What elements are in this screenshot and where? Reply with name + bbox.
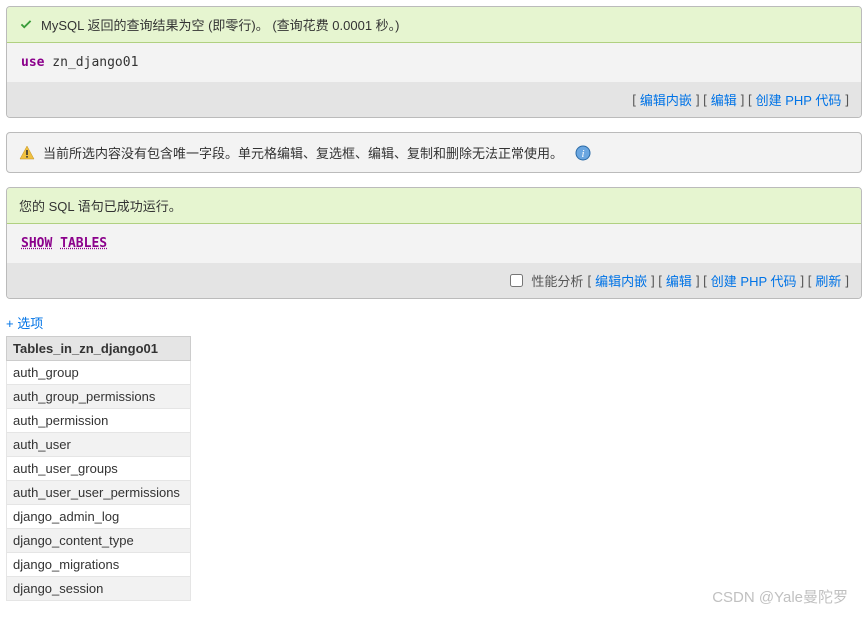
profiling-checkbox[interactable]: [510, 274, 523, 287]
tables-result-table: Tables_in_zn_django01 auth_group auth_gr…: [6, 336, 191, 601]
table-header[interactable]: Tables_in_zn_django01: [7, 337, 191, 361]
sql-keyword-show[interactable]: SHOW: [21, 236, 52, 251]
warning-panel: 当前所选内容没有包含唯一字段。单元格编辑、复选框、编辑、复制和删除无法正常使用。…: [6, 132, 862, 173]
sql-query-block-2: SHOW TABLES: [7, 224, 861, 263]
bracket: ] [: [696, 92, 707, 107]
result-panel-1: MySQL 返回的查询结果为空 (即零行)。 (查询花费 0.0001 秒。) …: [6, 6, 862, 118]
table-row[interactable]: django_session: [7, 577, 191, 601]
sql-rest: zn_django01: [44, 55, 138, 70]
table-body: auth_group auth_group_permissions auth_p…: [7, 361, 191, 601]
table-row[interactable]: auth_user: [7, 433, 191, 457]
bracket: [: [587, 273, 591, 288]
bracket: ]: [845, 273, 849, 288]
profiling-label: 性能分析: [531, 271, 583, 290]
success-message-bar: MySQL 返回的查询结果为空 (即零行)。 (查询花费 0.0001 秒。): [7, 7, 861, 43]
create-php-link-2[interactable]: 创建 PHP 代码: [711, 271, 797, 290]
sql-keyword-tables[interactable]: TABLES: [60, 236, 107, 251]
create-php-link[interactable]: 创建 PHP 代码: [756, 90, 842, 109]
warning-text: 当前所选内容没有包含唯一字段。单元格编辑、复选框、编辑、复制和删除无法正常使用。: [43, 143, 563, 162]
table-row[interactable]: django_migrations: [7, 553, 191, 577]
bracket: ] [: [651, 273, 662, 288]
table-row[interactable]: auth_user_groups: [7, 457, 191, 481]
sql-query-block: use zn_django01: [7, 43, 861, 82]
action-bar-2: 性能分析 [ 编辑内嵌 ] [ 编辑 ] [ 创建 PHP 代码 ] [ 刷新 …: [7, 263, 861, 298]
bracket: ] [: [741, 92, 752, 107]
success-text-2: 您的 SQL 语句已成功运行。: [19, 196, 182, 215]
table-row[interactable]: auth_group_permissions: [7, 385, 191, 409]
table-row[interactable]: django_admin_log: [7, 505, 191, 529]
success-message-bar-2: 您的 SQL 语句已成功运行。: [7, 188, 861, 224]
refresh-link[interactable]: 刷新: [815, 271, 841, 290]
table-row[interactable]: auth_permission: [7, 409, 191, 433]
sql-keyword: use: [21, 55, 44, 70]
edit-link[interactable]: 编辑: [711, 90, 737, 109]
svg-text:i: i: [581, 148, 584, 160]
options-toggle-link[interactable]: + 选项: [6, 316, 43, 331]
bracket: ] [: [801, 273, 812, 288]
check-icon: [19, 18, 33, 32]
table-row[interactable]: auth_group: [7, 361, 191, 385]
success-text: MySQL 返回的查询结果为空 (即零行)。 (查询花费 0.0001 秒。): [41, 15, 400, 34]
bracket: ]: [845, 92, 849, 107]
warning-icon: [19, 145, 35, 161]
bracket: ] [: [696, 273, 707, 288]
edit-inline-link[interactable]: 编辑内嵌: [640, 90, 692, 109]
watermark-text: CSDN @Yale曼陀罗: [712, 586, 848, 607]
help-icon[interactable]: i: [575, 145, 591, 161]
edit-inline-link-2[interactable]: 编辑内嵌: [595, 271, 647, 290]
edit-link-2[interactable]: 编辑: [666, 271, 692, 290]
bracket: [: [632, 92, 636, 107]
action-bar-1: [ 编辑内嵌 ] [ 编辑 ] [ 创建 PHP 代码 ]: [7, 82, 861, 117]
table-row[interactable]: auth_user_user_permissions: [7, 481, 191, 505]
result-panel-2: 您的 SQL 语句已成功运行。 SHOW TABLES 性能分析 [ 编辑内嵌 …: [6, 187, 862, 299]
table-row[interactable]: django_content_type: [7, 529, 191, 553]
